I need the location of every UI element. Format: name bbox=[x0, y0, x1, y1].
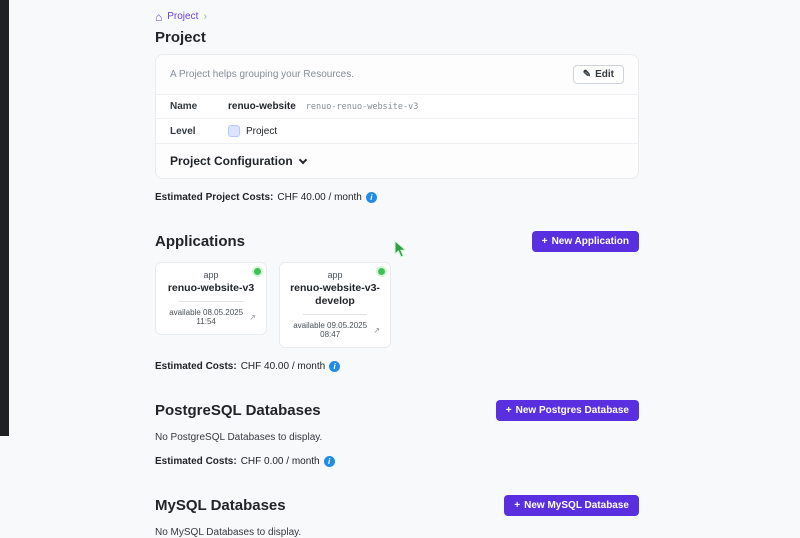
applications-section-header: Applications + New Application bbox=[155, 231, 639, 252]
application-name: renuo-website-v3-develop bbox=[290, 282, 380, 308]
application-status: available 09.05.2025 08:47 ↗ bbox=[290, 321, 380, 339]
level-icon bbox=[228, 125, 240, 137]
applications-cost-value: CHF 40.00 / month bbox=[241, 361, 325, 372]
new-mysql-label: New MySQL Database bbox=[524, 500, 629, 511]
edit-button[interactable]: ✎ Edit bbox=[573, 65, 624, 84]
project-cost-label: Estimated Project Costs: bbox=[155, 192, 273, 203]
edit-icon: ✎ bbox=[583, 69, 591, 80]
new-mysql-database-button[interactable]: + New MySQL Database bbox=[504, 495, 639, 516]
application-type: app bbox=[290, 270, 380, 280]
project-card-header: A Project helps grouping your Resources.… bbox=[156, 55, 638, 94]
mysql-section-header: MySQL Databases + New MySQL Database bbox=[155, 495, 639, 516]
project-card: A Project helps grouping your Resources.… bbox=[155, 54, 639, 179]
mysql-title: MySQL Databases bbox=[155, 497, 286, 514]
postgres-cost-estimate: Estimated Costs: CHF 0.00 / month bbox=[155, 456, 639, 467]
applications-cost-estimate: Estimated Costs: CHF 40.00 / month bbox=[155, 361, 639, 372]
new-application-label: New Application bbox=[552, 236, 629, 247]
page-title: Project bbox=[155, 29, 639, 46]
application-card[interactable]: app renuo-website-v3 available 08.05.202… bbox=[155, 262, 267, 335]
postgres-cost-value: CHF 0.00 / month bbox=[241, 456, 320, 467]
application-card-list: app renuo-website-v3 available 08.05.202… bbox=[155, 262, 639, 348]
external-link-icon[interactable]: ↗ bbox=[249, 313, 256, 322]
project-cost-estimate: Estimated Project Costs: CHF 40.00 / mon… bbox=[155, 192, 639, 203]
mysql-section: MySQL Databases + New MySQL Database No … bbox=[155, 495, 639, 538]
divider bbox=[179, 301, 244, 302]
applications-cost-label: Estimated Costs: bbox=[155, 361, 237, 372]
online-status-dot bbox=[254, 268, 261, 275]
chevron-down-icon bbox=[298, 155, 306, 163]
applications-section: Applications + New Application app renuo… bbox=[155, 231, 639, 372]
new-postgres-label: New Postgres Database bbox=[516, 405, 629, 416]
project-name-value: renuo-website bbox=[228, 101, 296, 112]
plus-icon: + bbox=[506, 405, 512, 416]
info-icon[interactable] bbox=[324, 456, 335, 467]
level-label: Level bbox=[170, 126, 228, 137]
postgres-section: PostgreSQL Databases + New Postgres Data… bbox=[155, 400, 639, 467]
postgres-empty-message: No PostgreSQL Databases to display. bbox=[155, 432, 639, 443]
info-icon[interactable] bbox=[366, 192, 377, 203]
info-icon[interactable] bbox=[329, 361, 340, 372]
applications-title: Applications bbox=[155, 233, 245, 250]
project-name-code: renuo-renuo-website-v3 bbox=[306, 102, 419, 112]
postgres-section-header: PostgreSQL Databases + New Postgres Data… bbox=[155, 400, 639, 421]
project-description: A Project helps grouping your Resources. bbox=[170, 69, 354, 80]
postgres-title: PostgreSQL Databases bbox=[155, 402, 321, 419]
external-link-icon[interactable]: ↗ bbox=[373, 326, 380, 335]
new-postgres-database-button[interactable]: + New Postgres Database bbox=[496, 400, 639, 421]
plus-icon: + bbox=[542, 236, 548, 247]
online-status-dot bbox=[378, 268, 385, 275]
application-card[interactable]: app renuo-website-v3-develop available 0… bbox=[279, 262, 391, 348]
plus-icon: + bbox=[514, 500, 520, 511]
breadcrumb-project-link[interactable]: Project bbox=[167, 11, 198, 22]
new-application-button[interactable]: + New Application bbox=[532, 231, 639, 252]
main-content: ⌂ Project › Project A Project helps grou… bbox=[155, 0, 639, 538]
application-status: available 08.05.2025 11:54 ↗ bbox=[166, 308, 256, 326]
divider bbox=[303, 314, 368, 315]
left-edge-panel bbox=[0, 0, 9, 436]
application-name: renuo-website-v3 bbox=[166, 282, 256, 295]
mysql-empty-message: No MySQL Databases to display. bbox=[155, 527, 639, 538]
chevron-right-icon: › bbox=[203, 11, 207, 23]
project-level-value: Project bbox=[246, 126, 277, 137]
project-configuration-label: Project Configuration bbox=[170, 154, 293, 168]
home-icon[interactable]: ⌂ bbox=[155, 11, 162, 23]
project-configuration-toggle[interactable]: Project Configuration bbox=[156, 143, 638, 178]
application-status-text: available 09.05.2025 08:47 bbox=[290, 321, 370, 339]
name-label: Name bbox=[170, 101, 228, 112]
postgres-cost-label: Estimated Costs: bbox=[155, 456, 237, 467]
project-name-row: Name renuo-website renuo-renuo-website-v… bbox=[156, 94, 638, 118]
application-status-text: available 08.05.2025 11:54 bbox=[166, 308, 246, 326]
edit-button-label: Edit bbox=[595, 69, 614, 80]
project-cost-value: CHF 40.00 / month bbox=[277, 192, 361, 203]
breadcrumb: ⌂ Project › bbox=[155, 10, 639, 23]
application-type: app bbox=[166, 270, 256, 280]
project-level-row: Level Project bbox=[156, 118, 638, 143]
